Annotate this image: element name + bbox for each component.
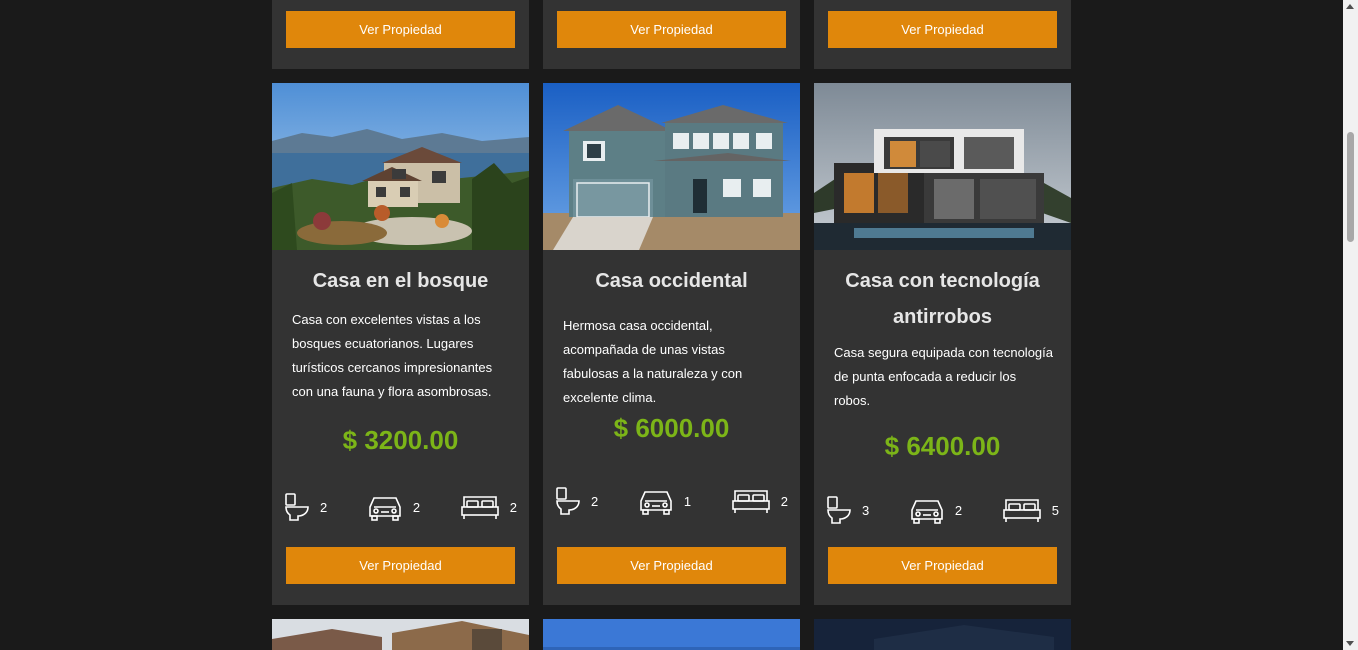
property-card: Casa con tecnología antirrobos Casa segu…: [814, 83, 1071, 605]
car-icon: [640, 491, 672, 515]
property-description: Casa con excelentes vistas a los bosques…: [292, 312, 493, 399]
property-photo-next-3: [814, 619, 1071, 650]
bedrooms-count: 5: [1051, 502, 1059, 518]
property-card-next-3: [814, 619, 1071, 650]
property-description: Hermosa casa occidental, acompañada de u…: [563, 318, 743, 405]
property-price: $ 3200.00: [342, 425, 459, 455]
scroll-up-arrow-icon[interactable]: [1346, 4, 1354, 9]
property-card-next-1: [272, 619, 529, 650]
property-listing-page: Ver Propiedad Ver Propiedad Ver Propieda…: [0, 0, 1343, 650]
property-price: $ 6000.00: [613, 413, 730, 443]
toilet-icon: [285, 493, 309, 521]
property-title: Casa con tecnología antirrobos: [845, 270, 1040, 328]
parking-feature: 2: [367, 493, 420, 521]
parking-count: 2: [954, 502, 963, 518]
viewport: Ver Propiedad Ver Propiedad Ver Propieda…: [0, 0, 1358, 650]
bathrooms-count: 2: [591, 493, 599, 509]
view-property-button[interactable]: Ver Propiedad: [286, 11, 515, 48]
bathrooms-count: 2: [320, 499, 328, 515]
toilet-icon: [556, 487, 580, 515]
parking-count: 1: [683, 493, 692, 509]
view-property-button[interactable]: Ver Propiedad: [828, 547, 1057, 584]
property-features: 2 2 2: [284, 490, 517, 524]
view-property-button[interactable]: Ver Propiedad: [557, 11, 786, 48]
property-photo-next-1: [272, 619, 529, 650]
view-property-button[interactable]: Ver Propiedad: [828, 11, 1057, 48]
bed-icon: [731, 490, 770, 513]
property-card: Casa en el bosque Casa con excelentes vi…: [272, 83, 529, 605]
property-photo-modern-house: [814, 83, 1071, 250]
property-description: Casa segura equipada con tecnología de p…: [834, 345, 1053, 408]
car-icon: [911, 500, 943, 524]
property-card-previous-1: Ver Propiedad: [272, 0, 529, 69]
property-title: Casa en el bosque: [312, 270, 489, 292]
car-icon: [369, 497, 401, 521]
bed-icon: [1002, 499, 1041, 522]
bedrooms-count: 2: [509, 499, 517, 515]
bedrooms-feature: 2: [460, 493, 517, 521]
bathrooms-feature: 2: [284, 492, 327, 522]
property-card-previous-3: Ver Propiedad: [814, 0, 1071, 69]
property-title: Casa occidental: [595, 270, 748, 292]
page-scrollbar[interactable]: [1343, 0, 1358, 650]
property-features: 3 2 5: [826, 493, 1059, 527]
view-property-button[interactable]: Ver Propiedad: [286, 547, 515, 584]
bed-icon: [460, 496, 499, 519]
bedrooms-feature: 5: [1002, 496, 1059, 524]
property-photo-next-2: [543, 619, 800, 650]
property-photo-western-house: [543, 83, 800, 250]
property-card: Casa occidental Hermosa casa occidental,…: [543, 83, 800, 605]
bedrooms-feature: 2: [731, 487, 788, 515]
scroll-down-arrow-icon[interactable]: [1346, 641, 1354, 646]
scrollbar-thumb[interactable]: [1347, 132, 1354, 242]
property-price: $ 6400.00: [884, 431, 1001, 461]
parking-feature: 1: [638, 487, 691, 515]
bathrooms-feature: 3: [826, 495, 869, 525]
bathrooms-count: 3: [862, 502, 870, 518]
parking-count: 2: [412, 499, 421, 515]
bathrooms-feature: 2: [555, 486, 598, 516]
property-card-next-2: [543, 619, 800, 650]
view-property-button[interactable]: Ver Propiedad: [557, 547, 786, 584]
bedrooms-count: 2: [780, 493, 788, 509]
property-features: 2 1 2: [555, 484, 788, 518]
property-photo-forest-house: [272, 83, 529, 250]
property-card-previous-2: Ver Propiedad: [543, 0, 800, 69]
toilet-icon: [827, 496, 851, 524]
parking-feature: 2: [909, 496, 962, 524]
